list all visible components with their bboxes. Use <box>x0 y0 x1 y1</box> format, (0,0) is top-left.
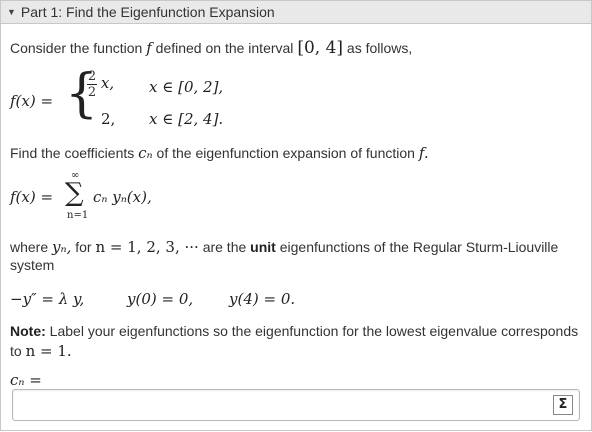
answer-input[interactable]: Σ <box>12 389 580 421</box>
note-text-2: to <box>10 343 22 359</box>
cn-symbol: cₙ <box>138 144 153 162</box>
sum-lower: n=1 <box>67 210 89 221</box>
case2-condition: x ∈ [2, 4]. <box>149 110 224 128</box>
find-text: Find the coefficients <box>10 145 135 161</box>
func-symbol: f <box>146 39 152 57</box>
where-line: where yₙ, for n = 1, 2, 3, ··· are the u… <box>10 238 558 256</box>
system-word: system <box>10 257 55 273</box>
part-header[interactable]: ▼ Part 1: Find the Eigenfunction Expansi… <box>1 0 591 24</box>
interval: [0, 4] <box>297 38 344 58</box>
note-label: Note: <box>10 323 46 339</box>
find-line: Find the coefficients cₙ of the eigenfun… <box>10 144 429 162</box>
piecewise-lhs: f(x) = <box>10 92 54 110</box>
where-text-4: eigenfunctions of the Regular Sturm-Liou… <box>279 239 559 255</box>
note-line: Note: Label your eigenfunctions so the e… <box>10 323 578 339</box>
where-text: where <box>10 239 49 255</box>
unit-bold: unit <box>250 239 276 255</box>
n-values: n = 1, 2, 3, ··· <box>95 238 199 256</box>
answer-label: cₙ = <box>10 371 42 389</box>
intro-text-3: as follows, <box>346 40 413 56</box>
fraction-numerator: 2 <box>87 69 97 84</box>
note-text: Label your eigenfunctions so the eigenfu… <box>49 323 579 339</box>
func-symbol-2: f. <box>418 144 429 162</box>
eq-ode: −y″ = λ y, <box>10 290 85 308</box>
series-lhs: f(x) = <box>10 188 54 206</box>
part-title: Part 1: Find the Eigenfunction Expansion <box>20 4 275 20</box>
where-text-2: for <box>75 239 92 255</box>
where-text-3: are the <box>202 239 247 255</box>
triangle-down-icon[interactable]: ▼ <box>7 7 16 17</box>
intro-text: Consider the function <box>10 40 143 56</box>
eq-bc-left: y(0) = 0, <box>127 290 194 308</box>
yn-symbol: yₙ, <box>52 238 72 256</box>
summand: cₙ yₙ(x), <box>93 188 152 206</box>
case1-expr: 2 2 x, <box>87 70 114 99</box>
intro-line: Consider the function f defined on the i… <box>10 38 412 58</box>
case1-condition: x ∈ [0, 2], <box>149 78 224 96</box>
note-eq: n = 1. <box>25 342 72 360</box>
intro-text-2: defined on the interval <box>155 40 294 56</box>
find-text-2: of the eigenfunction expansion of functi… <box>156 145 415 161</box>
case1-var: x, <box>100 74 115 93</box>
sum-sigma: ∑ <box>65 178 84 208</box>
sigma-icon[interactable]: Σ <box>553 395 573 415</box>
fraction-denominator: 2 <box>87 85 97 100</box>
fraction: 2 2 <box>87 70 97 99</box>
eq-bc-right: y(4) = 0. <box>229 290 296 308</box>
question-panel: ▼ Part 1: Find the Eigenfunction Expansi… <box>0 0 592 431</box>
note-line-2: to n = 1. <box>10 342 72 360</box>
case2-expr: 2, <box>101 110 116 128</box>
